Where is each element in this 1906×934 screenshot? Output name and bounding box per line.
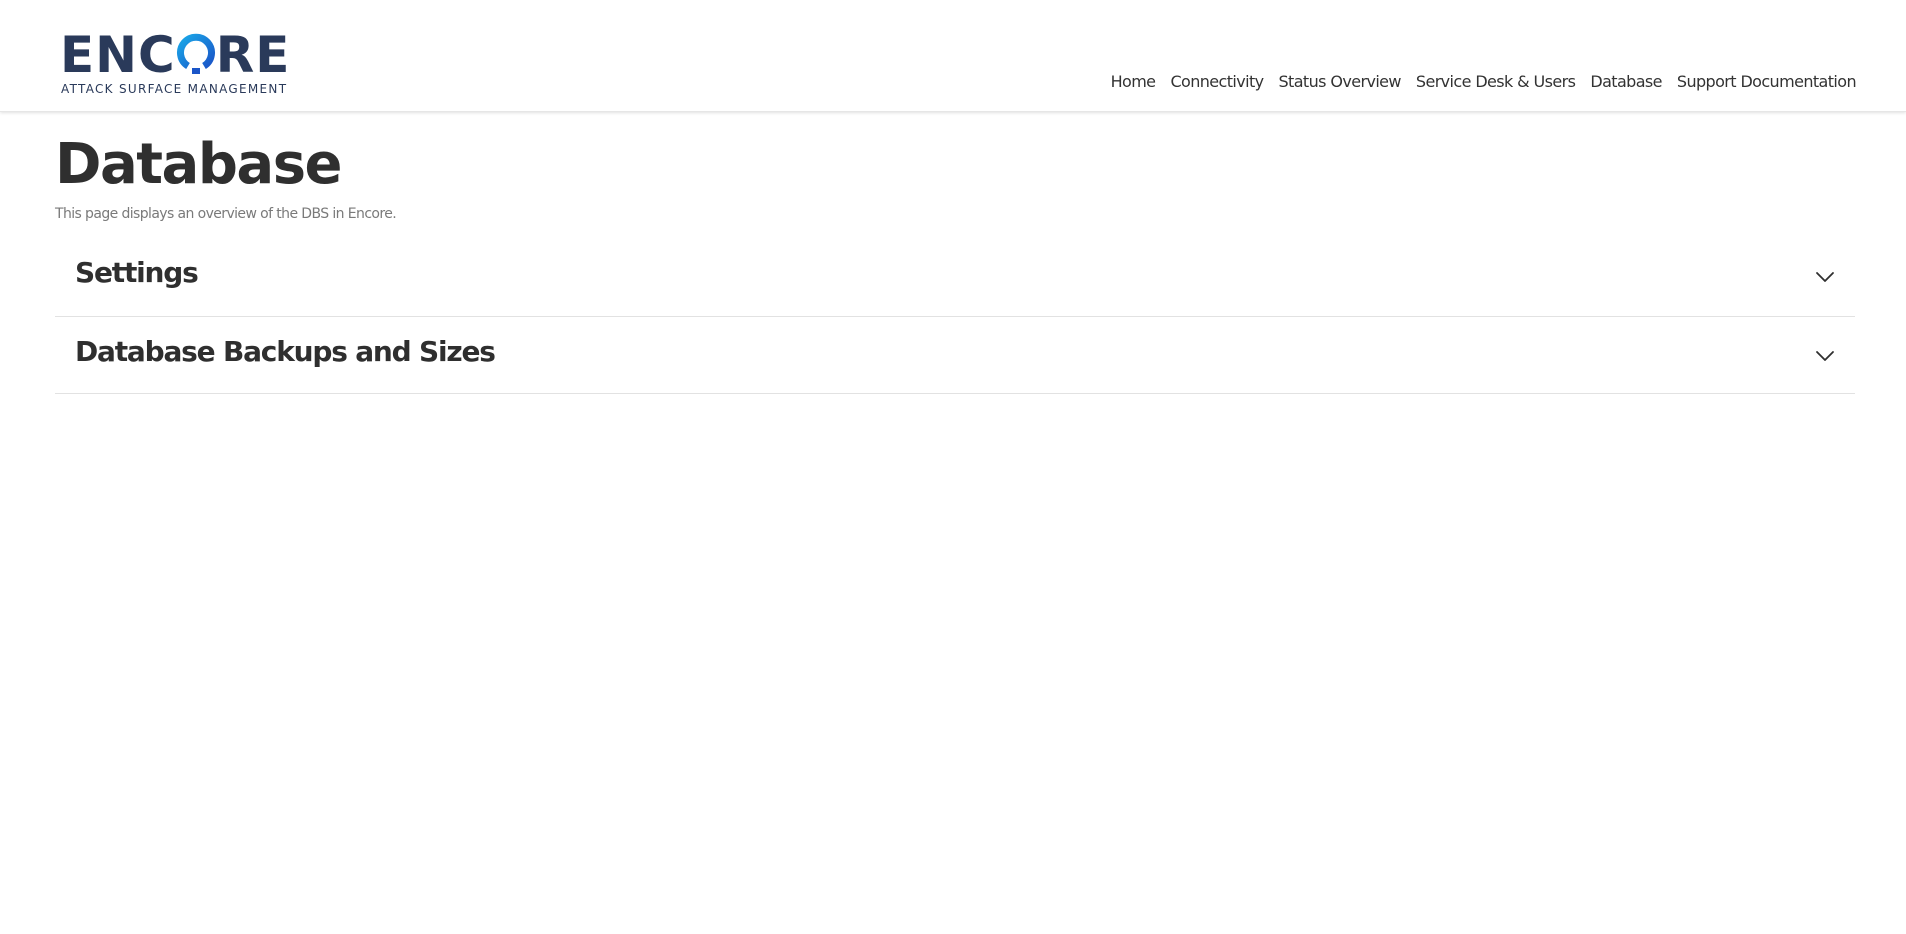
accordion-database-backups[interactable]: Database Backups and Sizes bbox=[55, 317, 1855, 394]
nav-home[interactable]: Home bbox=[1111, 72, 1156, 91]
logo-wordmark-prefix: ENC bbox=[60, 26, 176, 84]
main-nav: Home Connectivity Status Overview Servic… bbox=[1111, 72, 1857, 91]
nav-database[interactable]: Database bbox=[1590, 72, 1662, 91]
chevron-down-icon[interactable] bbox=[1815, 349, 1835, 363]
accordion-database-backups-title: Database Backups and Sizes bbox=[75, 335, 496, 368]
logo-tagline: ATTACK SURFACE MANAGEMENT bbox=[61, 82, 288, 96]
accordion: Settings Database Backups and Sizes bbox=[55, 238, 1855, 394]
logo-o-icon bbox=[176, 33, 216, 75]
accordion-settings-title: Settings bbox=[75, 256, 199, 289]
logo-wordmark: ENC RE bbox=[60, 30, 290, 80]
page-description: This page displays an overview of the DB… bbox=[55, 206, 397, 222]
logo-wordmark-suffix: RE bbox=[215, 26, 291, 84]
nav-service-desk-users[interactable]: Service Desk & Users bbox=[1416, 72, 1576, 91]
nav-support-documentation[interactable]: Support Documentation bbox=[1677, 72, 1857, 91]
nav-status-overview[interactable]: Status Overview bbox=[1279, 72, 1402, 91]
page-title: Database bbox=[55, 132, 343, 197]
main-content: Database This page displays an overview … bbox=[55, 126, 1855, 394]
encore-logo[interactable]: ENC RE ATTACK SURFACE MANAGEMENT bbox=[60, 30, 289, 96]
top-navbar: ENC RE ATTACK SURFACE MANAGEMENT Home Co… bbox=[0, 0, 1906, 112]
nav-connectivity[interactable]: Connectivity bbox=[1170, 72, 1264, 91]
accordion-settings[interactable]: Settings bbox=[55, 238, 1855, 317]
chevron-down-icon[interactable] bbox=[1815, 270, 1835, 284]
